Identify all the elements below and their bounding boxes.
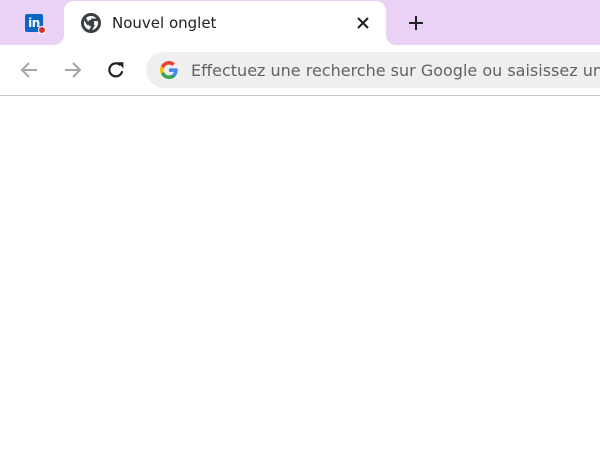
reload-button[interactable]: [101, 55, 131, 85]
tab-new-tab[interactable]: Nouvel onglet: [64, 1, 386, 45]
linkedin-icon: in: [25, 14, 46, 34]
address-input[interactable]: [191, 52, 600, 88]
browser-window: in Nouvel onglet: [0, 0, 600, 471]
notification-dot: [38, 26, 46, 34]
arrow-right-icon: [65, 62, 82, 78]
reload-icon: [108, 62, 124, 78]
toolbar: [0, 45, 600, 96]
back-button[interactable]: [14, 55, 44, 85]
new-tab-button[interactable]: [402, 9, 430, 37]
close-icon: [357, 17, 369, 29]
pinned-tab-linkedin[interactable]: in: [10, 7, 58, 39]
chrome-icon: [81, 13, 101, 33]
tab-strip: in Nouvel onglet: [0, 0, 600, 45]
arrow-left-icon: [20, 62, 37, 78]
plus-icon: [409, 16, 423, 30]
forward-button[interactable]: [58, 55, 88, 85]
tab-title: Nouvel onglet: [112, 14, 217, 32]
close-tab-button[interactable]: [352, 12, 374, 34]
google-icon: [160, 61, 178, 79]
page-content: [0, 96, 600, 471]
omnibox[interactable]: [146, 52, 600, 88]
